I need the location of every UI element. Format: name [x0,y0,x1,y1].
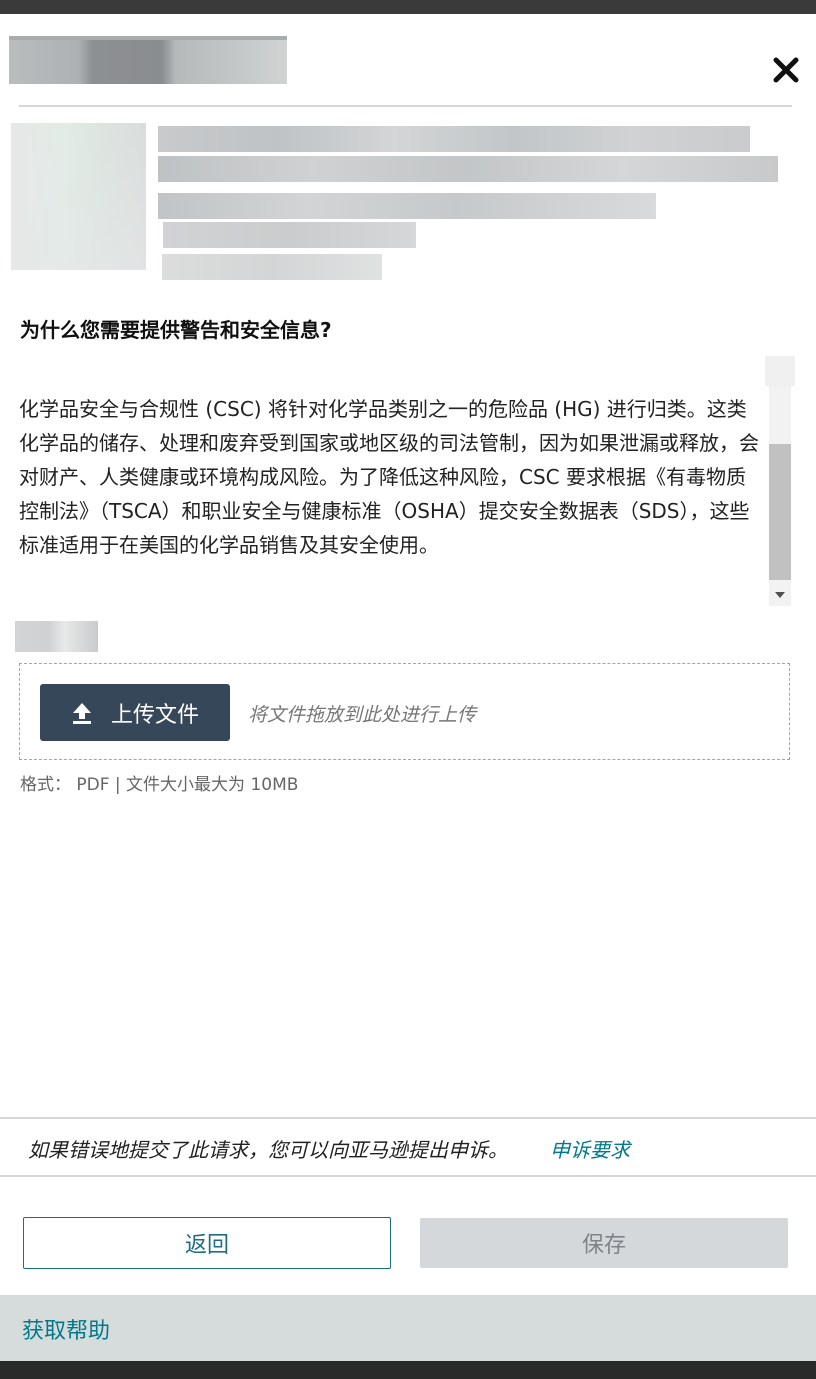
window-bottom-bar [0,1361,816,1379]
product-title-redacted [158,156,778,182]
format-note: 格式： PDF | 文件大小最大为 10MB [20,775,299,795]
product-image-redacted [11,123,146,270]
help-bar [0,1295,816,1361]
product-title-redacted [158,126,750,152]
section-heading: 为什么您需要提供警告和安全信息? [20,318,332,342]
close-icon [773,57,799,83]
field-label-redacted [15,621,98,652]
drop-hint: 将文件拖放到此处进行上传 [248,704,477,726]
header-divider [19,105,792,107]
upload-button-label: 上传文件 [110,702,199,728]
close-button[interactable] [768,52,804,88]
scroll-up-area[interactable] [765,356,795,386]
info-text: 化学品安全与合规性 (CSC) 将针对化学品类别之一的危险品 (HG) 进行归类… [19,397,759,557]
back-button[interactable]: 返回 [23,1217,391,1269]
scroll-down-button[interactable] [769,584,791,606]
product-detail-redacted [162,254,382,280]
upload-icon [72,702,91,724]
window-top-bar [0,0,816,14]
get-help-link[interactable]: 获取帮助 [22,1313,110,1345]
save-button[interactable]: 保存 [420,1218,788,1268]
caret-down-icon [775,592,785,598]
info-scrollbar[interactable] [765,356,795,606]
product-detail-redacted [163,222,416,248]
product-title-redacted [158,193,656,219]
scroll-thumb[interactable] [769,444,791,580]
appeal-text: 如果错误地提交了此请求，您可以向亚马逊提出申诉。 [28,1138,508,1162]
upload-file-button[interactable]: 上传文件 [40,684,230,741]
appeal-link[interactable]: 申诉要求 [550,1134,630,1163]
modal-title-redacted [9,36,287,84]
